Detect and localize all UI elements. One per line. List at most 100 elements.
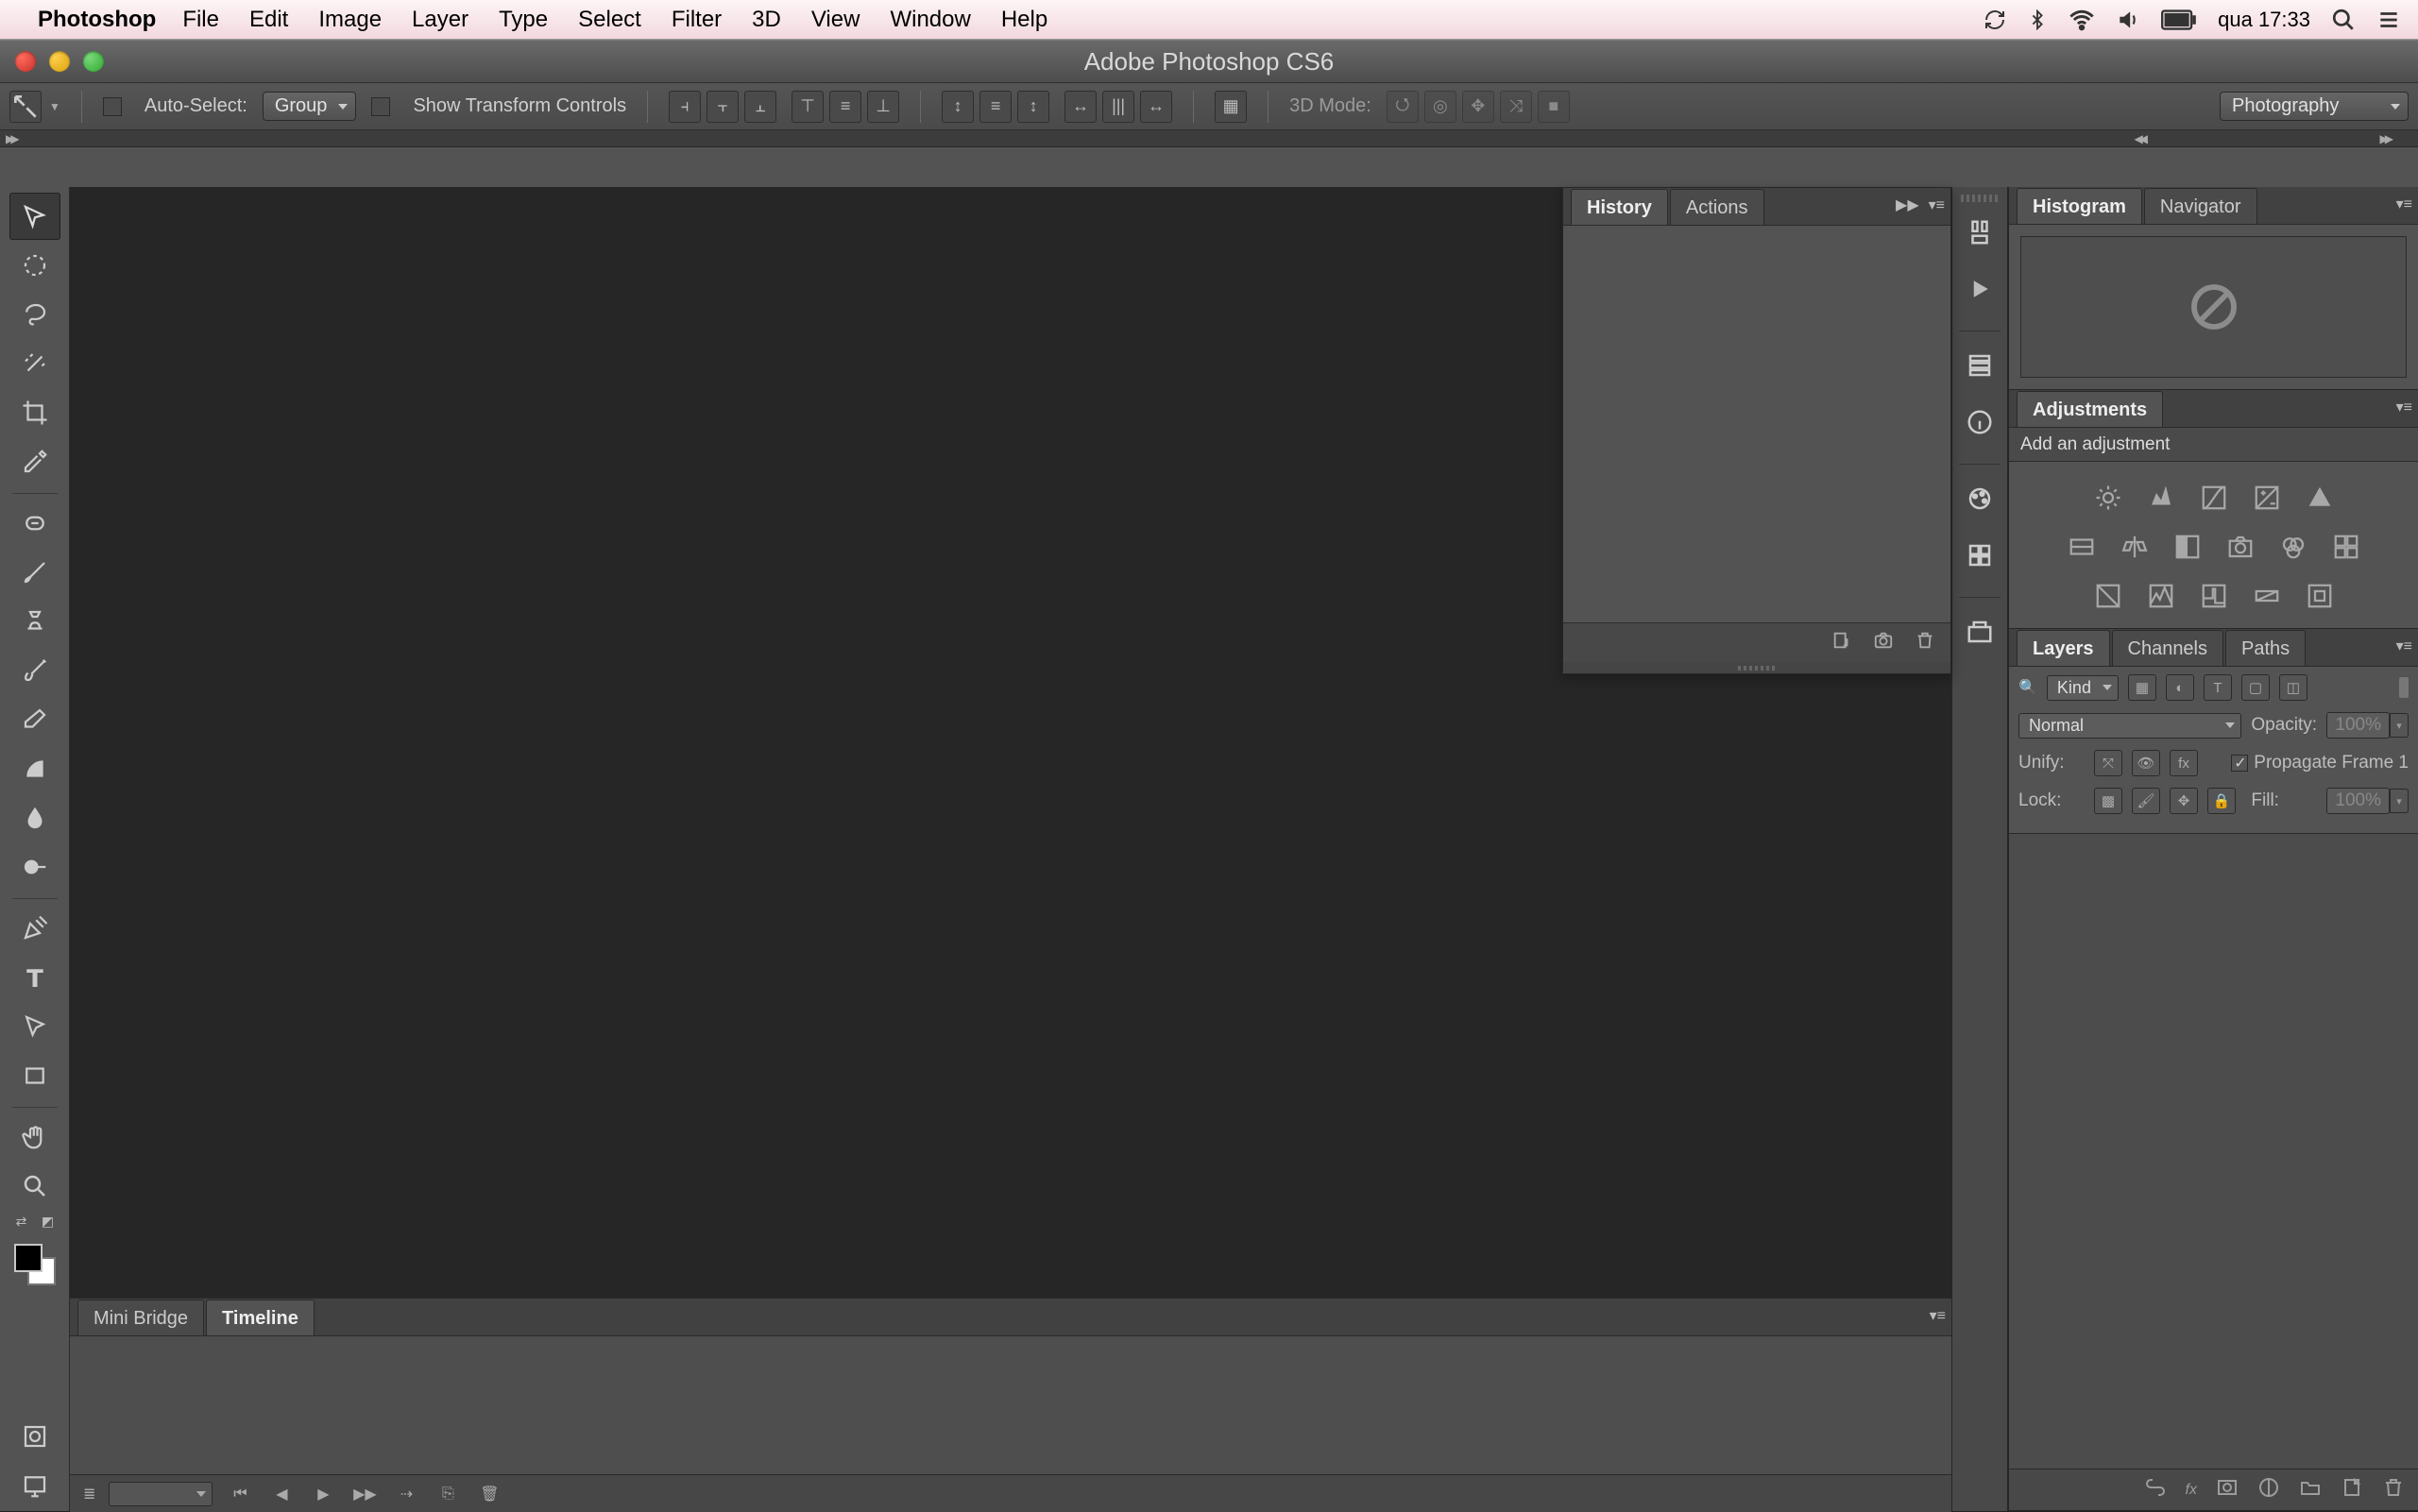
distribute-bottom-button[interactable]: ↕ (1017, 91, 1049, 123)
color-lookup-icon[interactable] (2327, 528, 2365, 566)
layers-panel-menu-icon[interactable]: ▾≡ (2396, 637, 2412, 655)
lock-all-icon[interactable]: 🔒 (2207, 788, 2236, 814)
opacity-value[interactable]: 100% (2326, 712, 2390, 739)
duplicate-frame-button[interactable]: ⎘ (434, 1482, 462, 1506)
marquee-tool[interactable] (9, 242, 60, 289)
workspace-switcher[interactable]: Photography (2220, 92, 2409, 121)
dodge-tool[interactable] (9, 843, 60, 891)
align-vertical-center-button[interactable]: ≡ (829, 91, 861, 123)
menu-file[interactable]: File (182, 7, 219, 33)
tab-history[interactable]: History (1571, 189, 1668, 225)
gradient-map-icon[interactable] (2248, 577, 2286, 615)
tab-layers[interactable]: Layers (2017, 630, 2110, 666)
levels-icon[interactable] (2142, 479, 2180, 517)
tween-button[interactable]: ⇢ (392, 1482, 420, 1506)
filter-shape-icon[interactable]: ▢ (2241, 674, 2270, 701)
filter-adjust-icon[interactable]: ◐ (2166, 674, 2194, 701)
bottom-panel-menu-icon[interactable]: ▾≡ (1930, 1306, 1946, 1325)
timeline-options-icon[interactable]: ≣ (83, 1485, 95, 1504)
lock-position-icon[interactable]: ✥ (2170, 788, 2198, 814)
delete-state-button[interactable] (1915, 630, 1935, 656)
spotlight-icon[interactable] (2331, 8, 2356, 32)
unify-style-icon[interactable]: fx (2170, 750, 2198, 776)
menu-view[interactable]: View (811, 7, 860, 33)
eyedropper-tool[interactable] (9, 438, 60, 485)
brush-tool[interactable] (9, 549, 60, 596)
menu-type[interactable]: Type (499, 7, 548, 33)
menu-window[interactable]: Window (890, 7, 970, 33)
brightness-contrast-icon[interactable] (2089, 479, 2127, 517)
path-selection-tool[interactable] (9, 1003, 60, 1050)
panel-collapse-icon[interactable]: ▶▶ (1896, 195, 1919, 214)
blend-mode-select[interactable]: Normal (2018, 713, 2241, 739)
propagate-frame-checkbox[interactable] (2231, 755, 2248, 772)
notification-center-icon[interactable] (2376, 8, 2401, 32)
unify-visibility-icon[interactable]: 👁 (2132, 750, 2160, 776)
invert-icon[interactable] (2089, 577, 2127, 615)
tool-presets-panel-icon[interactable] (1959, 212, 2001, 253)
channel-mixer-icon[interactable] (2274, 528, 2312, 566)
delete-layer-button[interactable] (2382, 1476, 2405, 1504)
photo-filter-icon[interactable] (2222, 528, 2259, 566)
distribute-vcenter-button[interactable]: ≡ (979, 91, 1012, 123)
unify-position-icon[interactable]: ⤧ (2094, 750, 2122, 776)
app-menu[interactable]: Photoshop (38, 7, 156, 33)
history-brush-tool[interactable] (9, 647, 60, 694)
lock-pixels-icon[interactable]: 🖌 (2132, 788, 2160, 814)
hand-tool[interactable] (9, 1113, 60, 1161)
first-frame-button[interactable]: ⏮ (226, 1482, 254, 1506)
histogram-panel-menu-icon[interactable]: ▾≡ (2396, 195, 2412, 213)
filter-smart-icon[interactable]: ◫ (2279, 674, 2307, 701)
next-frame-button[interactable]: ▶▶ (350, 1482, 379, 1506)
screen-mode-button[interactable] (9, 1462, 60, 1509)
wifi-icon[interactable] (2069, 7, 2095, 33)
panel-resize-grip[interactable] (1563, 662, 1950, 673)
tool-preset-dropdown[interactable] (9, 91, 42, 123)
distribute-hcenter-button[interactable]: ||| (1102, 91, 1134, 123)
posterize-icon[interactable] (2142, 577, 2180, 615)
distribute-right-button[interactable]: ↔ (1140, 91, 1172, 123)
align-left-edges-button[interactable]: ⫞ (669, 91, 701, 123)
rectangle-tool[interactable] (9, 1052, 60, 1099)
window-close-button[interactable] (15, 51, 36, 72)
menu-3d[interactable]: 3D (752, 7, 781, 33)
move-tool[interactable] (9, 193, 60, 240)
menu-image[interactable]: Image (318, 7, 382, 33)
collapse-dock-icon[interactable]: ◀◀ (2135, 132, 2144, 145)
tab-navigator[interactable]: Navigator (2144, 188, 2257, 224)
auto-align-button[interactable]: ▦ (1215, 91, 1247, 123)
layer-mask-button[interactable] (2216, 1476, 2239, 1504)
prev-frame-button[interactable]: ◀ (267, 1482, 296, 1506)
frame-delay-select[interactable] (109, 1482, 213, 1506)
dock-grip[interactable] (1961, 195, 1999, 202)
distribute-left-button[interactable]: ↔ (1064, 91, 1097, 123)
magic-wand-tool[interactable] (9, 340, 60, 387)
3d-scale-button[interactable]: ■ (1538, 91, 1570, 123)
battery-icon[interactable] (2161, 9, 2197, 30)
tab-paths[interactable]: Paths (2225, 630, 2306, 666)
adjustments-panel-menu-icon[interactable]: ▾≡ (2396, 398, 2412, 416)
new-adjustment-layer-button[interactable] (2257, 1476, 2280, 1504)
opacity-dropdown-icon[interactable]: ▾ (2390, 713, 2409, 738)
black-white-icon[interactable] (2169, 528, 2206, 566)
vibrance-icon[interactable] (2301, 479, 2339, 517)
new-layer-button[interactable] (2341, 1476, 2363, 1504)
auto-select-mode-select[interactable]: Group (263, 92, 357, 121)
tab-channels[interactable]: Channels (2112, 630, 2224, 666)
bluetooth-icon[interactable] (2027, 9, 2048, 30)
filter-pixel-icon[interactable]: ▦ (2128, 674, 2156, 701)
tab-actions[interactable]: Actions (1670, 189, 1764, 225)
snapshot-button[interactable] (1873, 630, 1894, 656)
menu-layer[interactable]: Layer (412, 7, 468, 33)
expand-tools-icon[interactable]: ▶▶ (6, 132, 15, 145)
align-top-button[interactable]: ⊤ (792, 91, 824, 123)
new-document-from-state-button[interactable] (1831, 630, 1852, 656)
healing-brush-tool[interactable] (9, 500, 60, 547)
3d-slide-button[interactable]: ⤨ (1500, 91, 1532, 123)
adjustments-panel-icon[interactable] (1959, 611, 2001, 653)
styles-panel-icon[interactable] (1959, 535, 2001, 576)
distribute-top-button[interactable]: ↕ (942, 91, 974, 123)
fill-value[interactable]: 100% (2326, 788, 2390, 814)
swatches-panel-icon[interactable] (1959, 478, 2001, 519)
3d-roll-button[interactable]: ◎ (1424, 91, 1456, 123)
